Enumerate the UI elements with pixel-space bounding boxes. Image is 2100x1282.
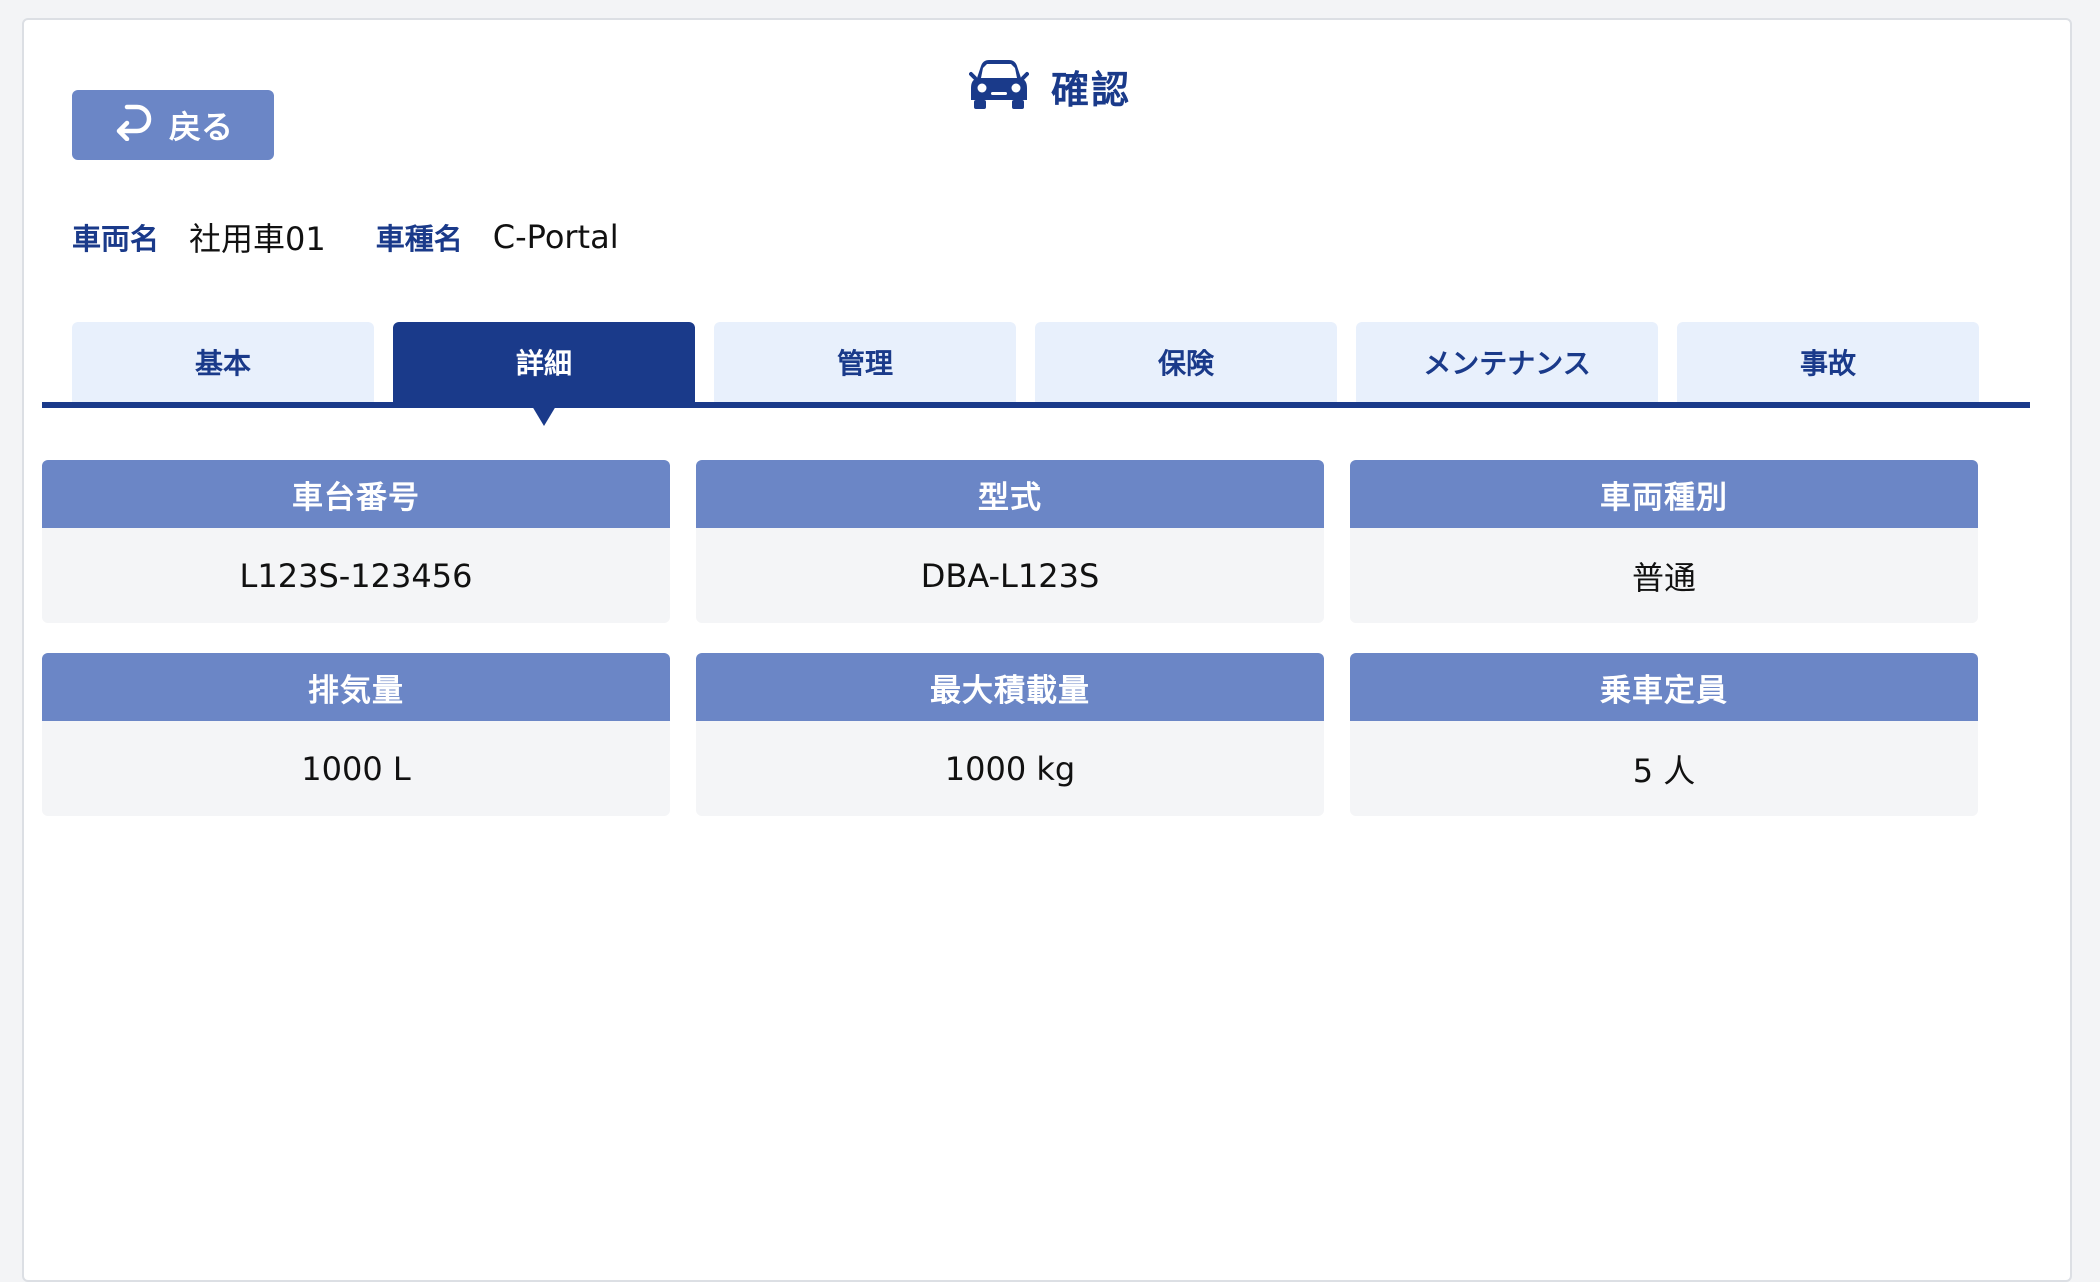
detail-label: 型式 bbox=[696, 460, 1324, 528]
detail-card-model: 型式 DBA-L123S bbox=[696, 460, 1324, 623]
tab-maintenance[interactable]: メンテナンス bbox=[1356, 322, 1658, 402]
vehicle-name-label: 車両名 bbox=[72, 222, 160, 256]
page-title: 確認 bbox=[1050, 67, 1131, 112]
detail-label: 車両種別 bbox=[1350, 460, 1978, 528]
tab-insurance[interactable]: 保険 bbox=[1035, 322, 1337, 402]
detail-card-displacement: 排気量 1000 L bbox=[42, 653, 670, 816]
detail-value: 普通 bbox=[1631, 558, 1696, 597]
back-button-label: 戻る bbox=[168, 108, 233, 146]
detail-label: 車台番号 bbox=[42, 460, 670, 528]
tab-details[interactable]: 詳細 bbox=[393, 322, 695, 402]
detail-value: 5 人 bbox=[1632, 751, 1696, 790]
vehicle-type-value: C-Portal bbox=[492, 218, 619, 256]
tab-bar: 基本 詳細 管理 保険 メンテナンス 事故 bbox=[72, 322, 1979, 402]
vehicle-name-value: 社用車01 bbox=[189, 220, 326, 258]
vehicle-type-label: 車種名 bbox=[375, 222, 463, 256]
back-button[interactable]: 戻る bbox=[72, 90, 274, 160]
detail-value: L123S-123456 bbox=[239, 556, 473, 595]
tab-basic[interactable]: 基本 bbox=[72, 322, 374, 402]
vehicle-info: 車両名 社用車01 車種名 C-Portal bbox=[72, 212, 669, 262]
detail-label: 乗車定員 bbox=[1350, 653, 1978, 721]
return-arrow-icon bbox=[113, 101, 153, 149]
detail-value: 1000 kg bbox=[944, 749, 1076, 788]
details-grid: 車台番号 L123S-123456 型式 DBA-L123S 車両種別 普通 排… bbox=[42, 460, 1978, 816]
tab-accident[interactable]: 事故 bbox=[1677, 322, 1979, 402]
tab-underline bbox=[42, 402, 2030, 408]
detail-value: 1000 L bbox=[301, 749, 411, 788]
car-icon bbox=[968, 58, 1029, 114]
detail-card-max-load: 最大積載量 1000 kg bbox=[696, 653, 1324, 816]
detail-card-chassis-number: 車台番号 L123S-123456 bbox=[42, 460, 670, 623]
detail-value: DBA-L123S bbox=[920, 556, 1100, 595]
detail-label: 最大積載量 bbox=[696, 653, 1324, 721]
detail-label: 排気量 bbox=[42, 653, 670, 721]
page-header: 確認 bbox=[0, 52, 2100, 120]
detail-card-vehicle-class: 車両種別 普通 bbox=[1350, 460, 1978, 623]
tab-management[interactable]: 管理 bbox=[714, 322, 1016, 402]
detail-card-capacity: 乗車定員 5 人 bbox=[1350, 653, 1978, 816]
